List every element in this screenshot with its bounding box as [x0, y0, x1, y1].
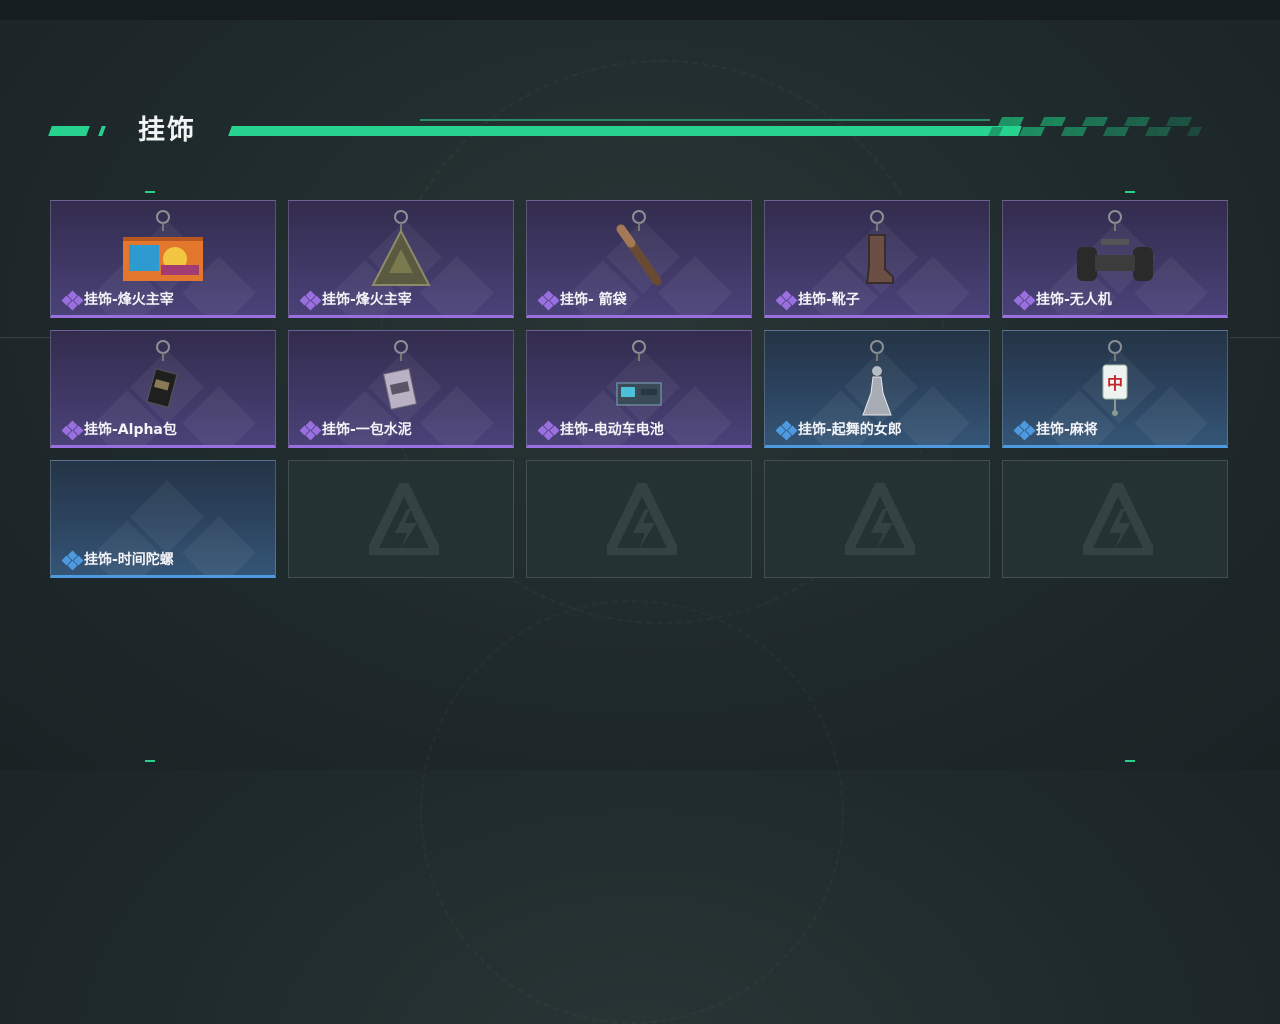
cement-bag-charm-icon — [289, 337, 513, 421]
corner-tick — [145, 191, 155, 193]
rarity-icon — [537, 290, 560, 311]
charm-label: 挂饰-一包水泥 — [322, 422, 412, 438]
rarity-icon — [1013, 420, 1036, 441]
charm-label: 挂饰-烽火主宰 — [322, 292, 412, 308]
section-title: 挂饰 — [138, 115, 196, 146]
side-line — [1230, 337, 1280, 338]
side-line — [0, 337, 50, 338]
charm-label: 挂饰-无人机 — [1036, 292, 1112, 308]
placeholder-logo-icon — [1083, 483, 1153, 555]
header-thin-line — [420, 119, 990, 121]
quiver-charm-icon — [527, 207, 751, 291]
charm-label: 挂饰-电动车电池 — [560, 422, 664, 438]
graffiti-container-charm-icon — [51, 207, 275, 291]
charm-label: 挂饰-Alpha包 — [84, 422, 177, 438]
charm-card[interactable]: 中挂饰-麻将 — [1002, 330, 1228, 448]
charm-label: 挂饰-时间陀螺 — [84, 552, 174, 568]
rarity-icon — [299, 420, 322, 441]
ebike-battery-charm-icon — [527, 337, 751, 421]
empty-slot[interactable] — [1002, 460, 1228, 578]
charm-card[interactable]: 挂饰-烽火主宰 — [288, 200, 514, 318]
svg-text:中: 中 — [1107, 374, 1123, 393]
charm-card[interactable]: 挂饰-Alpha包 — [50, 330, 276, 448]
charm-card[interactable]: 挂饰-烽火主宰 — [50, 200, 276, 318]
rarity-icon — [1013, 290, 1036, 311]
rarity-icon — [61, 550, 84, 571]
top-bar — [0, 0, 1280, 20]
header-accent — [48, 126, 90, 136]
charm-card[interactable]: 挂饰-时间陀螺 — [50, 460, 276, 578]
corner-tick — [1125, 191, 1135, 193]
rarity-icon — [775, 290, 798, 311]
triangle-pyramid-charm-icon — [289, 207, 513, 291]
background-ring — [420, 600, 844, 1024]
header-line — [228, 126, 1022, 136]
header-checker-pattern — [987, 117, 1203, 137]
corner-tick — [145, 760, 155, 762]
corner-tick — [1125, 760, 1135, 762]
charm-label: 挂饰-靴子 — [798, 292, 860, 308]
dancing-lady-charm-icon — [765, 337, 989, 421]
charm-label: 挂饰-烽火主宰 — [84, 292, 174, 308]
empty-slot[interactable] — [288, 460, 514, 578]
rarity-icon — [61, 290, 84, 311]
charm-card[interactable]: 挂饰- 箭袋 — [526, 200, 752, 318]
rarity-icon — [775, 420, 798, 441]
rarity-icon — [61, 420, 84, 441]
charm-card[interactable]: 挂饰-一包水泥 — [288, 330, 514, 448]
placeholder-logo-icon — [369, 483, 439, 555]
placeholder-logo-icon — [845, 483, 915, 555]
drone-wheels-charm-icon — [1003, 207, 1227, 291]
empty-slot[interactable] — [764, 460, 990, 578]
placeholder-logo-icon — [607, 483, 677, 555]
mahjong-tile-charm-icon: 中 — [1003, 337, 1227, 421]
rarity-icon — [299, 290, 322, 311]
header-accent — [98, 126, 106, 136]
charm-card[interactable]: 挂饰-电动车电池 — [526, 330, 752, 448]
empty-slot[interactable] — [526, 460, 752, 578]
charm-card[interactable]: 挂饰-起舞的女郎 — [764, 330, 990, 448]
alpha-pack-charm-icon — [51, 337, 275, 421]
charm-label: 挂饰-麻将 — [1036, 422, 1098, 438]
charm-label: 挂饰- 箭袋 — [560, 292, 627, 308]
rarity-icon — [537, 420, 560, 441]
boot-charm-icon — [765, 207, 989, 291]
charm-card[interactable]: 挂饰-无人机 — [1002, 200, 1228, 318]
charm-label: 挂饰-起舞的女郎 — [798, 422, 902, 438]
charm-card[interactable]: 挂饰-靴子 — [764, 200, 990, 318]
